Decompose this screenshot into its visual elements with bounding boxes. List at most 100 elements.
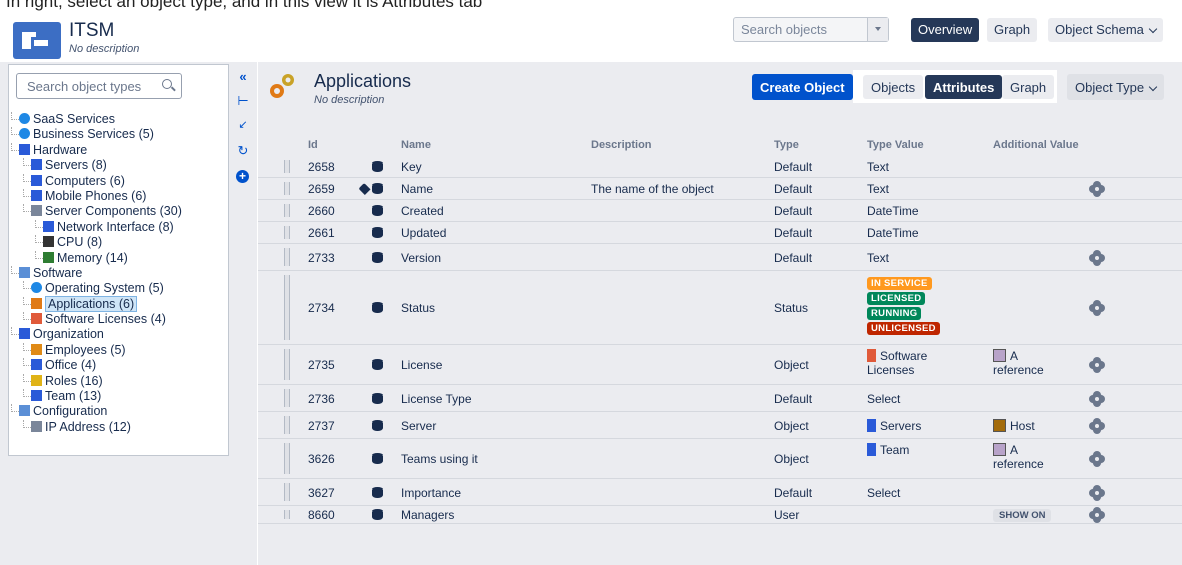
drag-handle-icon[interactable] bbox=[284, 349, 290, 380]
gear-icon[interactable] bbox=[1091, 251, 1103, 264]
graph-button[interactable]: Graph bbox=[987, 18, 1038, 42]
search-objects-placeholder: Search objects bbox=[741, 22, 827, 37]
drag-handle-icon[interactable] bbox=[284, 389, 290, 407]
add-object-type-icon[interactable]: + bbox=[236, 170, 249, 183]
gear-icon[interactable] bbox=[1091, 419, 1103, 432]
overview-button[interactable]: Overview bbox=[911, 18, 980, 42]
gear-icon[interactable] bbox=[1091, 392, 1103, 405]
table-row[interactable]: 2737 Server Object Servers Host bbox=[258, 412, 1182, 439]
chevron-down-icon bbox=[1148, 24, 1158, 34]
attribute-type: Object bbox=[774, 452, 809, 466]
tree-node[interactable]: Server Components (30) bbox=[11, 204, 229, 219]
table-row[interactable]: 2736 License Type Default Select bbox=[258, 385, 1182, 412]
table-row[interactable]: 2658 Key Default Text bbox=[258, 156, 1182, 178]
drag-handle-icon[interactable] bbox=[284, 510, 290, 519]
table-row[interactable]: 2733 Version Default Text bbox=[258, 244, 1182, 271]
drag-handle-icon[interactable] bbox=[284, 204, 290, 217]
tree-connector bbox=[11, 142, 19, 151]
operating-system-icon bbox=[31, 282, 42, 294]
drag-handle-icon[interactable] bbox=[284, 182, 290, 195]
gear-icon[interactable] bbox=[1091, 486, 1103, 499]
type-value-icon bbox=[867, 349, 876, 362]
column-header-id: Id bbox=[308, 139, 318, 151]
tree-node[interactable]: Roles (16) bbox=[11, 373, 229, 389]
search-object-types-input[interactable]: Search object types bbox=[16, 73, 182, 99]
tree-node[interactable]: Applications (6) bbox=[11, 295, 229, 312]
collapse-sidebar-icon[interactable]: « bbox=[236, 70, 250, 84]
tree-node[interactable]: Business Services (5) bbox=[11, 127, 229, 142]
sidebar: Search object types SaaS Services Busines… bbox=[0, 62, 230, 565]
object-type-tree-panel: Search object types SaaS Services Busines… bbox=[8, 64, 229, 456]
table-row[interactable]: 2660 Created Default DateTime bbox=[258, 200, 1182, 222]
tab-graph[interactable]: Graph bbox=[1002, 75, 1055, 99]
tree-node[interactable]: Operating System (5) bbox=[11, 281, 229, 296]
tree-hierarchy-icon[interactable]: ⊢ bbox=[236, 94, 250, 108]
tree-node-label: Server Components (30) bbox=[45, 204, 182, 219]
tree-connector bbox=[23, 158, 31, 167]
tab-attributes[interactable]: Attributes bbox=[925, 75, 1003, 99]
gear-icon[interactable] bbox=[1091, 359, 1103, 371]
tree-node[interactable]: Configuration bbox=[11, 404, 229, 419]
gear-icon[interactable] bbox=[1091, 183, 1103, 195]
object-type-menu-button[interactable]: Object Type bbox=[1067, 74, 1165, 100]
tree-node[interactable]: Hardware bbox=[11, 142, 229, 158]
attribute-name: License Type bbox=[401, 391, 472, 406]
attribute-type: Default bbox=[774, 226, 813, 240]
tree-node[interactable]: Mobile Phones (6) bbox=[11, 188, 229, 204]
table-row[interactable]: 2659 Name The name of the object Default Tex… bbox=[258, 178, 1182, 200]
tree-node[interactable]: Software bbox=[11, 265, 229, 281]
collapse-all-icon[interactable]: ↙ bbox=[236, 118, 250, 132]
tree-node[interactable]: Organization bbox=[11, 327, 229, 342]
tree-node-label: Employees (5) bbox=[45, 342, 126, 357]
attribute-type: Default bbox=[774, 250, 813, 265]
table-row[interactable]: 2735 License Object Software Licenses A refe… bbox=[258, 345, 1182, 385]
drag-handle-icon[interactable] bbox=[284, 226, 290, 239]
tree-connector bbox=[35, 219, 43, 228]
table-row[interactable]: 3626 Teams using it Object Team A reference bbox=[258, 439, 1182, 479]
tree-node[interactable]: Employees (5) bbox=[11, 342, 229, 358]
drag-handle-icon[interactable] bbox=[284, 483, 290, 501]
drag-handle-icon[interactable] bbox=[284, 443, 290, 474]
tree-node[interactable]: Memory (14) bbox=[11, 250, 229, 266]
gear-icon[interactable] bbox=[1091, 302, 1103, 314]
attribute-id: 2660 bbox=[308, 204, 335, 218]
tree-node[interactable]: CPU (8) bbox=[11, 235, 229, 250]
drag-handle-icon[interactable] bbox=[284, 416, 290, 434]
schema-title: ITSM bbox=[69, 20, 115, 41]
tree-node-label: Team (13) bbox=[45, 389, 102, 404]
drag-handle-icon[interactable] bbox=[284, 248, 290, 266]
table-row[interactable]: 3627 Importance Default Select bbox=[258, 479, 1182, 506]
object-schema-button[interactable]: Object Schema bbox=[1048, 18, 1163, 42]
create-object-button[interactable]: Create Object bbox=[752, 74, 853, 100]
database-icon bbox=[372, 392, 383, 405]
tree-node[interactable]: Servers (8) bbox=[11, 158, 229, 173]
tree-connector bbox=[23, 173, 31, 182]
tree-connector bbox=[11, 327, 19, 336]
tree-node[interactable]: SaaS Services bbox=[11, 112, 229, 127]
tab-objects[interactable]: Objects bbox=[863, 75, 924, 99]
software-icon bbox=[19, 266, 30, 278]
gear-icon[interactable] bbox=[1091, 509, 1103, 521]
tree-node-label: Computers (6) bbox=[45, 173, 125, 188]
search-objects-input[interactable]: Search objects bbox=[733, 17, 889, 42]
tree-connector bbox=[23, 188, 31, 197]
attribute-name: Key bbox=[401, 160, 422, 174]
table-row[interactable]: 2734 Status Status IN SERVICE LICENSED RUNNIN… bbox=[258, 271, 1182, 345]
database-icon bbox=[372, 251, 383, 264]
tree-node[interactable]: Network Interface (8) bbox=[11, 219, 229, 235]
tree-node[interactable]: Computers (6) bbox=[11, 173, 229, 189]
refresh-icon[interactable]: ↻ bbox=[236, 144, 250, 158]
gear-icon[interactable] bbox=[1091, 453, 1103, 465]
tree-node[interactable]: Software Licenses (4) bbox=[11, 312, 229, 327]
table-row[interactable]: 2661 Updated Default DateTime bbox=[258, 222, 1182, 244]
drag-handle-icon[interactable] bbox=[284, 275, 290, 340]
attribute-name: Name bbox=[401, 182, 434, 196]
cpu-icon bbox=[43, 236, 54, 248]
drag-handle-icon[interactable] bbox=[284, 160, 290, 173]
tree-node[interactable]: IP Address (12) bbox=[11, 419, 229, 435]
tree-node-label: Office (4) bbox=[45, 358, 97, 373]
tree-node[interactable]: Office (4) bbox=[11, 358, 229, 373]
tree-node[interactable]: Team (13) bbox=[11, 389, 229, 404]
table-row[interactable]: 8660 Managers User SHOW ON bbox=[258, 506, 1182, 524]
search-dropdown-icon[interactable] bbox=[867, 18, 888, 41]
